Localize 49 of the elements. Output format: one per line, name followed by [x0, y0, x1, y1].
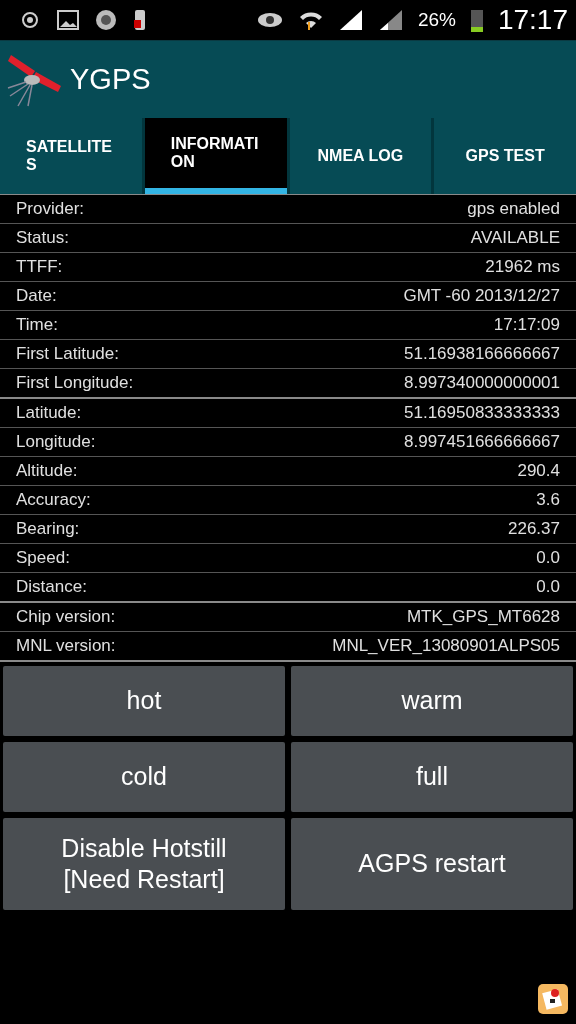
tab[interactable]: NMEA LOG: [289, 118, 432, 194]
clock: 17:17: [497, 4, 568, 36]
tab[interactable]: INFORMATI ON: [144, 118, 287, 194]
field-value: 51.16950833333333: [404, 403, 560, 423]
field-label: First Longitude:: [16, 373, 134, 393]
field-label: Latitude:: [16, 403, 82, 423]
action-button[interactable]: cold: [3, 742, 285, 812]
field-value: AVAILABLE: [470, 228, 560, 248]
field-label: Altitude:: [16, 461, 78, 481]
field-label: Provider:: [16, 199, 85, 219]
action-button[interactable]: warm: [291, 666, 573, 736]
field-value: 3.6: [536, 490, 560, 510]
field-label: Time:: [16, 315, 58, 335]
field-value: 8.997340000000001: [404, 373, 560, 393]
battery-warning-icon: [132, 8, 148, 32]
field-value: 51.16938166666667: [404, 344, 560, 364]
action-button[interactable]: AGPS restart: [291, 818, 573, 910]
tab[interactable]: GPS TEST: [434, 118, 576, 194]
field-value: 17:17:09: [493, 315, 560, 335]
field-value: 226.37: [508, 519, 560, 539]
field-value: 0.0: [536, 577, 560, 597]
field-label: Longitude:: [16, 432, 96, 452]
image-icon: [56, 8, 80, 32]
field-value: 290.4: [517, 461, 560, 481]
field-label: Distance:: [16, 577, 87, 597]
field-value: 0.0: [536, 548, 560, 568]
field-value: GMT -60 2013/12/27: [403, 286, 560, 306]
field-label: Speed:: [16, 548, 70, 568]
app-shortcut-icon[interactable]: [538, 984, 568, 1014]
field-value: gps enabled: [467, 199, 560, 219]
field-label: Accuracy:: [16, 490, 91, 510]
field-label: First Latitude:: [16, 344, 119, 364]
battery-icon: [469, 8, 484, 32]
field-label: TTFF:: [16, 257, 63, 277]
action-button[interactable]: hot: [3, 666, 285, 736]
field-label: Status:: [16, 228, 69, 248]
battery-percentage: 26%: [417, 9, 456, 31]
field-value: MNL_VER_13080901ALPS05: [332, 636, 560, 656]
field-label: Chip version:: [16, 607, 116, 627]
action-button[interactable]: Disable Hotstill [Need Restart]: [3, 818, 285, 910]
field-label: Bearing:: [16, 519, 80, 539]
app-title: YGPS: [70, 63, 151, 96]
field-value: MTK_GPS_MT6628: [406, 607, 560, 627]
action-button[interactable]: full: [291, 742, 573, 812]
field-value: 8.997451666666667: [404, 432, 560, 452]
field-label: MNL version:: [16, 636, 116, 656]
field-label: Date:: [16, 286, 57, 306]
field-value: 21962 ms: [485, 257, 560, 277]
tab[interactable]: SATELLITE S: [0, 118, 142, 194]
